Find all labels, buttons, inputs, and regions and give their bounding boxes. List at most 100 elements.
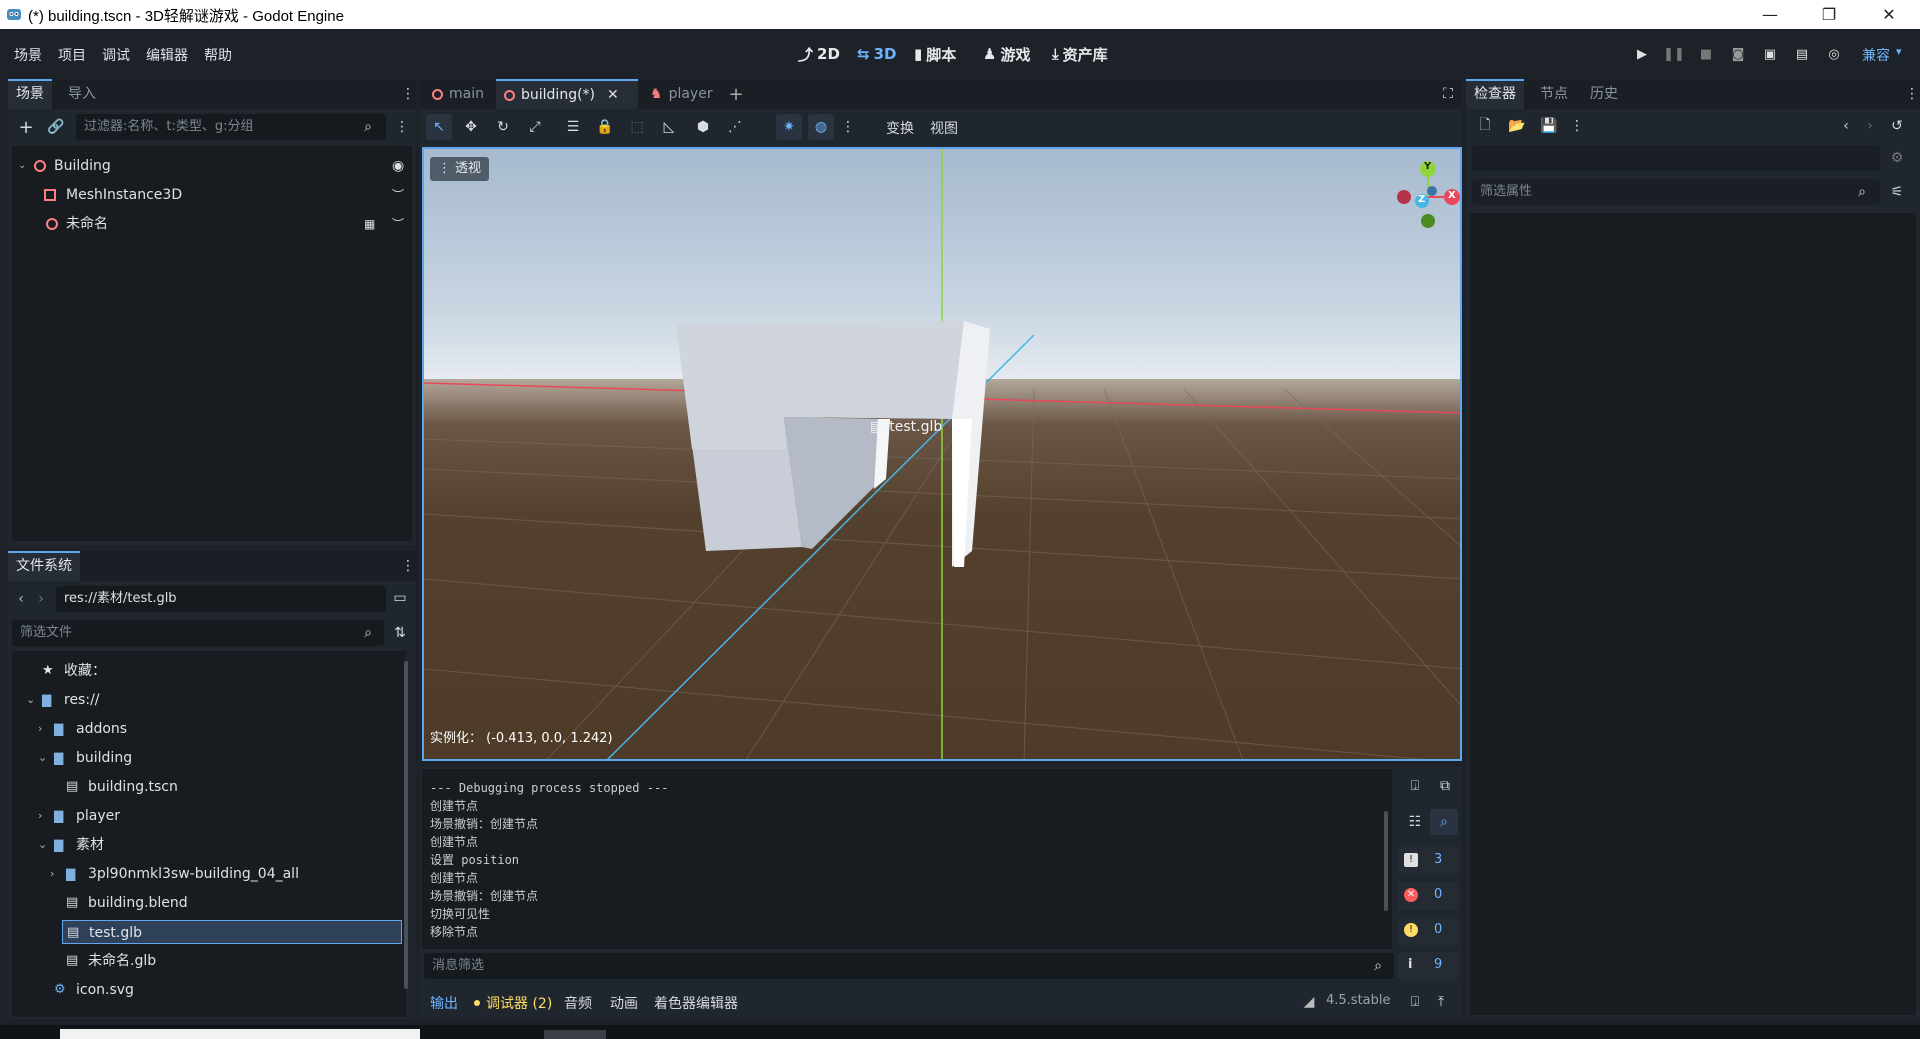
taskbar-item[interactable]: [544, 1030, 606, 1039]
close-tab-icon[interactable]: ✕: [607, 82, 619, 109]
workspace-assetlib-button[interactable]: ⤓ 资产库: [1052, 42, 1108, 66]
message-count-toggle[interactable]: ! 3: [1398, 847, 1458, 875]
warning-count-toggle[interactable]: ! 0: [1398, 917, 1458, 945]
orientation-gizmo[interactable]: Y X Z: [1384, 157, 1460, 237]
more-vertical-icon[interactable]: ⋮: [840, 114, 856, 140]
menu-editor[interactable]: 编辑器: [146, 45, 188, 65]
tree-node-meshinstance3d[interactable]: MeshInstance3D ︶: [12, 183, 412, 207]
message-filter-input[interactable]: 消息筛选: [424, 953, 1394, 979]
forward-icon[interactable]: ›: [34, 589, 48, 609]
tree-node-unnamed[interactable]: 未命名 ▦ ︶: [12, 212, 412, 236]
add-tab-icon[interactable]: +: [726, 84, 746, 105]
tab-building[interactable]: building(*) ✕: [496, 79, 638, 109]
scrollbar[interactable]: [404, 661, 408, 989]
tab-history[interactable]: 历史: [1582, 79, 1626, 109]
more-vertical-icon[interactable]: ⋮: [1570, 115, 1584, 137]
copy-icon[interactable]: ⧉: [1434, 775, 1456, 797]
group-icon[interactable]: ⬚: [624, 114, 650, 140]
tab-import[interactable]: 导入: [60, 79, 104, 109]
object-settings-icon[interactable]: ⚙: [1886, 147, 1908, 169]
transform-menu[interactable]: 变换: [886, 118, 914, 138]
menu-debug[interactable]: 调试: [102, 45, 130, 65]
open-scene-icon[interactable]: ▦: [364, 212, 375, 236]
object-selector[interactable]: [1472, 145, 1880, 171]
chevron-down-icon[interactable]: ▾: [1896, 45, 1902, 58]
visibility-eye-icon[interactable]: ◉: [392, 154, 404, 178]
maximize-button[interactable]: ❐: [1806, 0, 1852, 29]
taskbar-item[interactable]: [60, 1029, 420, 1039]
workspace-3d-button[interactable]: ⇆ 3D: [857, 42, 896, 66]
tab-inspector[interactable]: 检查器: [1466, 79, 1524, 109]
view-menu[interactable]: 视图: [930, 118, 958, 138]
rotate-tool-icon[interactable]: ↻: [490, 114, 516, 140]
path-field[interactable]: res://素材/test.glb: [56, 586, 386, 612]
local-space-icon[interactable]: ⬢: [690, 114, 716, 140]
file-tree-item[interactable]: ⌄ ▇ 素材: [12, 833, 406, 857]
environment-preview-icon[interactable]: ◍: [808, 114, 834, 140]
search-icon[interactable]: ⌕: [1430, 809, 1458, 835]
file-tree-item[interactable]: ▤ test.glb: [62, 920, 402, 944]
chevron-right-icon[interactable]: ›: [38, 804, 42, 828]
chevron-down-icon[interactable]: ⌄: [26, 688, 35, 712]
link-icon[interactable]: 🔗: [46, 117, 66, 137]
more-vertical-icon[interactable]: ⋮: [1905, 85, 1919, 103]
tab-node[interactable]: 节点: [1532, 79, 1576, 109]
file-tree-item[interactable]: ▤ building.tscn: [12, 775, 406, 799]
collapse-icon[interactable]: ☷: [1404, 811, 1426, 833]
tab-output[interactable]: 输出: [430, 993, 458, 1013]
file-tree-item[interactable]: › ▇ addons: [12, 717, 406, 741]
visibility-toggle-icon[interactable]: ︶: [392, 212, 404, 236]
3d-viewport[interactable]: ⋮ 透视 ▤ test.glb 实例化： (-0.413, 0.0, 1.242…: [422, 147, 1462, 761]
play-scene-icon[interactable]: ▣: [1759, 43, 1781, 65]
visibility-toggle-icon[interactable]: ︶: [392, 183, 404, 207]
expand-panel-icon[interactable]: ⤒: [1432, 993, 1450, 1011]
save-icon[interactable]: 💾: [1538, 115, 1560, 137]
minimize-button[interactable]: —: [1747, 0, 1793, 29]
clear-output-icon[interactable]: ⍗: [1404, 775, 1426, 797]
tab-filesystem[interactable]: 文件系统: [8, 551, 80, 581]
close-button[interactable]: ✕: [1866, 0, 1912, 29]
select-tool-icon[interactable]: ↖: [426, 114, 452, 140]
snap-icon[interactable]: ⋰: [722, 114, 748, 140]
more-vertical-icon[interactable]: ⋮: [401, 557, 415, 575]
open-folder-icon[interactable]: 📂: [1506, 115, 1528, 137]
file-filter-input[interactable]: 筛选文件: [12, 620, 384, 646]
property-filter-input[interactable]: 筛选属性: [1472, 179, 1880, 205]
history-icon[interactable]: ↺: [1886, 115, 1908, 137]
scene-filter-input[interactable]: 过滤器:名称、t:类型、g:分组: [76, 114, 386, 140]
chevron-down-icon[interactable]: ⌄: [18, 154, 26, 178]
tab-scene[interactable]: 场景: [8, 79, 52, 109]
new-resource-icon[interactable]: 🗋: [1474, 115, 1496, 137]
fullscreen-icon[interactable]: ⛶: [1438, 84, 1458, 104]
tree-node-building[interactable]: ⌄ Building ◉: [12, 154, 412, 178]
sort-icon[interactable]: ⇅: [390, 623, 410, 643]
file-tree-item[interactable]: ★ 收藏：: [12, 659, 406, 683]
tab-debugger[interactable]: 调试器 (2): [486, 993, 552, 1013]
stop-icon[interactable]: ■: [1695, 43, 1717, 65]
tab-audio[interactable]: 音频: [564, 993, 592, 1013]
sun-preview-icon[interactable]: ✷: [776, 114, 802, 140]
chevron-down-icon[interactable]: ⌄: [38, 833, 47, 857]
split-mode-icon[interactable]: ▭: [390, 587, 410, 609]
add-node-icon[interactable]: +: [16, 117, 36, 138]
menu-help[interactable]: 帮助: [204, 45, 232, 65]
pause-icon[interactable]: ❚❚: [1663, 43, 1685, 65]
movie-maker-icon[interactable]: ◎: [1823, 43, 1845, 65]
file-tree-item[interactable]: ▤ building.blend: [12, 891, 406, 915]
more-vertical-icon[interactable]: ⋮: [394, 117, 410, 137]
forward-icon[interactable]: ›: [1862, 115, 1878, 137]
back-icon[interactable]: ‹: [1838, 115, 1854, 137]
info-count-toggle[interactable]: i 9: [1398, 952, 1458, 980]
move-tool-icon[interactable]: ✥: [458, 114, 484, 140]
pin-icon[interactable]: ⍗: [1406, 993, 1424, 1011]
tab-shader-editor[interactable]: 着色器编辑器: [654, 993, 738, 1013]
ruler-icon[interactable]: ◺: [656, 114, 682, 140]
file-tree-item[interactable]: ▤ 未命名.glb: [12, 949, 406, 973]
scrollbar[interactable]: [1384, 811, 1388, 911]
lock-icon[interactable]: 🔒: [592, 114, 618, 140]
play-icon[interactable]: ▶: [1631, 43, 1653, 65]
menu-scene[interactable]: 场景: [14, 45, 42, 65]
tab-player[interactable]: ♞ player: [642, 79, 721, 109]
error-count-toggle[interactable]: ✕ 0: [1398, 882, 1458, 910]
file-tree-item[interactable]: › ▇ player: [12, 804, 406, 828]
